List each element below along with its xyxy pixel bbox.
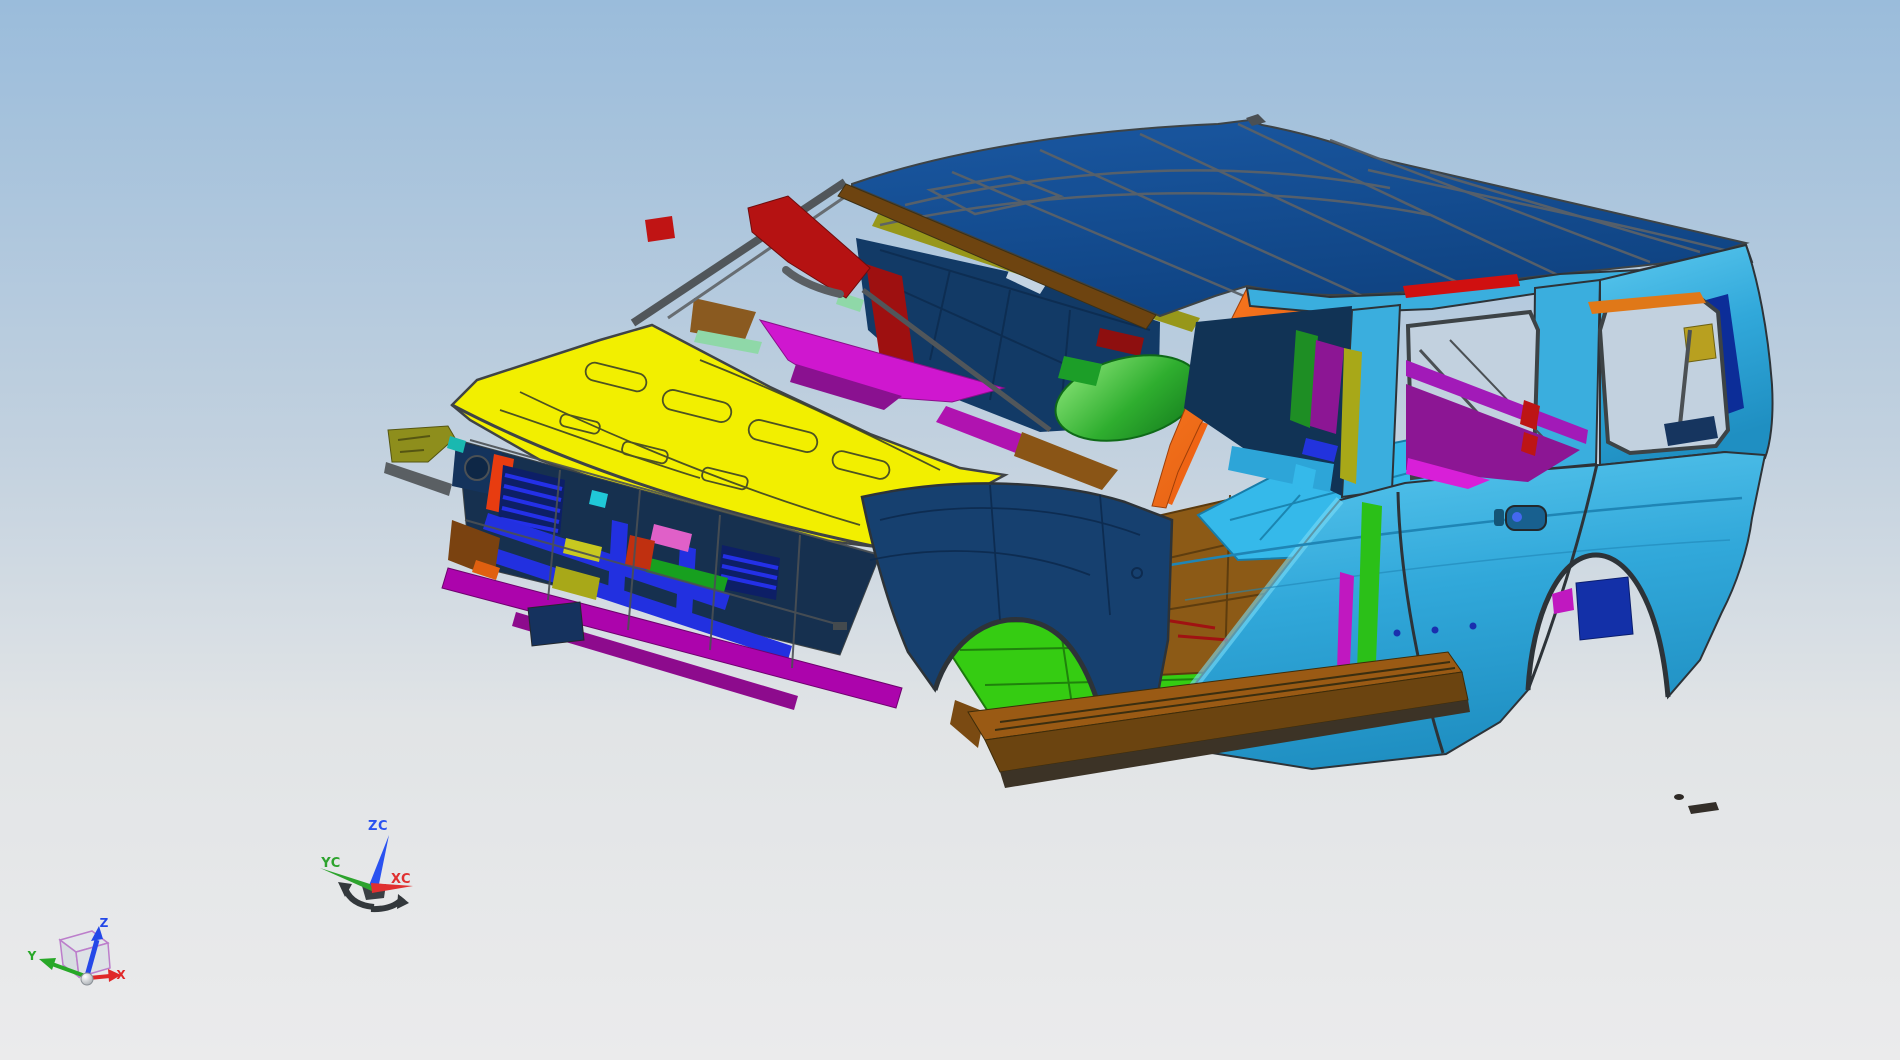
front-small-bracket [833,622,847,630]
wcs-z-label: ZC [368,819,388,834]
fender-tip-edge [384,462,452,496]
wcs-y-label: YC [320,856,341,871]
front-door-opening [1184,306,1362,496]
cad-viewport[interactable]: ZC YC XC Z Y X [0,0,1900,1060]
door-handle-latch [1512,512,1522,522]
door-handle-cup [1494,509,1504,526]
front-red-bit [625,535,655,570]
fender-tip-olive[interactable] [387,425,456,463]
arch-navy-box [1575,576,1634,641]
mirror-mount-red [645,216,675,242]
car-body-model[interactable] [384,114,1774,814]
fender-tip-teal-chip [447,436,466,453]
wcs-z-axis-arrow[interactable] [368,835,389,889]
wcs-x-label: XC [391,872,411,887]
triad-origin-sphere[interactable] [80,972,94,986]
view-orientation-triad[interactable]: Z Y X [27,916,127,986]
view-z-label: Z [100,916,109,930]
door-handle-recess[interactable] [1505,505,1547,531]
wcs-triad[interactable]: ZC YC XC [320,819,413,913]
headlight-opening [464,455,490,481]
quarter-window [1588,292,1731,456]
cad-3d-scene[interactable]: ZC YC XC Z Y X [0,0,1900,1060]
arch-magenta-part [1552,588,1574,614]
front-tow-box [527,601,585,647]
view-x-label: X [116,968,126,982]
loose-parts [1674,794,1719,814]
view-y-label: Y [27,949,37,963]
